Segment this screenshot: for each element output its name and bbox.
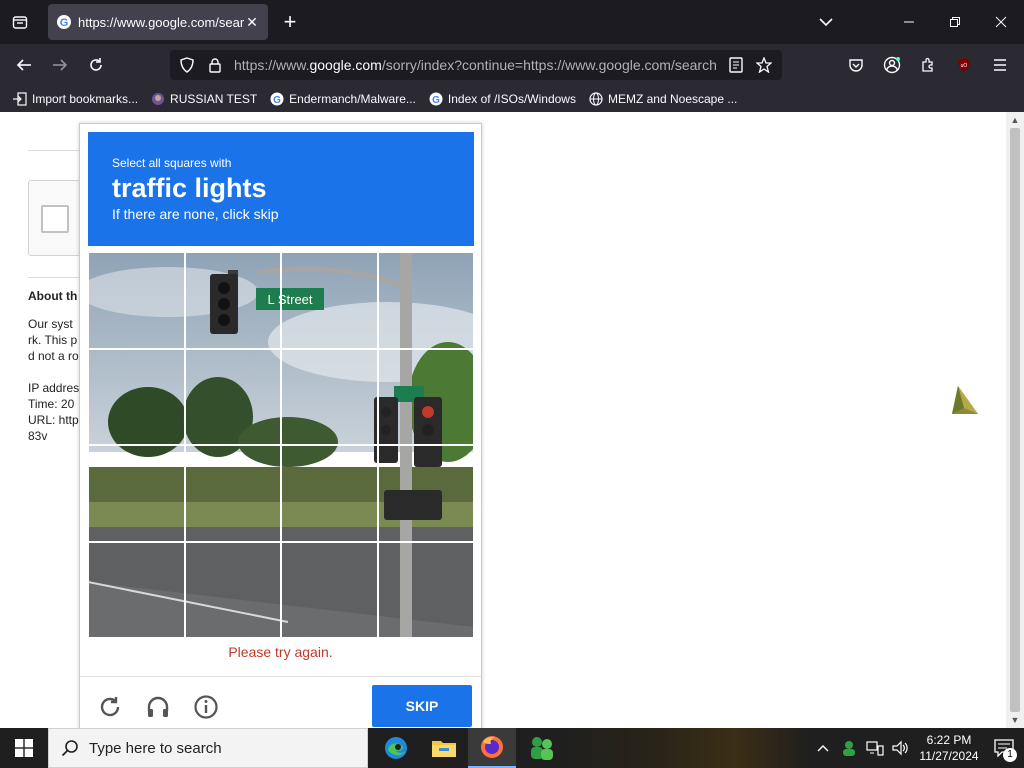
lock-icon[interactable] (206, 56, 224, 74)
notification-center-icon[interactable]: 1 (984, 728, 1024, 768)
info-icon[interactable] (192, 693, 220, 721)
clock[interactable]: 6:22 PM 11/27/2024 (914, 732, 984, 764)
bookmark-russian-test[interactable]: RUSSIAN TEST (150, 91, 257, 107)
close-window-button[interactable] (978, 0, 1024, 44)
tile-grid (88, 252, 474, 638)
github-icon (150, 91, 166, 107)
recaptcha-checkbox[interactable] (41, 205, 69, 233)
skip-button[interactable]: SKIP (372, 685, 472, 727)
image-tile[interactable] (281, 541, 378, 638)
image-grid: L Street (88, 252, 474, 638)
bookmark-endermanch[interactable]: G Endermanch/Malware... (269, 91, 416, 107)
network-icon[interactable] (863, 736, 887, 760)
menu-hamburger-icon[interactable] (986, 52, 1014, 78)
bookmarks-toolbar: Import bookmarks... RUSSIAN TEST G Ender… (0, 86, 1024, 112)
google-icon: G (428, 91, 444, 107)
scroll-down-arrow-icon[interactable]: ▼ (1006, 712, 1024, 728)
reload-challenge-icon[interactable] (96, 693, 124, 721)
tab-title: https://www.google.com/search (78, 14, 244, 30)
target-object-text: traffic lights (112, 173, 267, 203)
bookmark-memz[interactable]: MEMZ and Noescape ... (588, 91, 737, 107)
bookmark-star-icon[interactable] (754, 55, 774, 75)
clock-date: 11/27/2024 (919, 749, 979, 763)
list-all-tabs-chevron-icon[interactable] (814, 12, 838, 32)
windows-taskbar: Type here to search 6:22 PM 11/27/2024 1 (0, 728, 1024, 768)
challenge-footer: SKIP (80, 676, 481, 732)
instruction-text: Select all squares with (112, 156, 232, 170)
image-tile[interactable] (88, 541, 185, 638)
url-bar[interactable]: https://www.google.com/sorry/index?conti… (170, 50, 782, 80)
clock-time: 6:22 PM (926, 733, 972, 747)
pyramid-cursor-icon (952, 386, 978, 414)
back-arrow-icon[interactable] (10, 52, 38, 78)
extensions-puzzle-icon[interactable] (914, 52, 942, 78)
image-tile[interactable] (281, 252, 378, 349)
windows-start-icon[interactable] (0, 728, 48, 768)
image-tile[interactable] (184, 541, 281, 638)
messenger-icon[interactable] (518, 728, 566, 768)
google-favicon-icon: G (56, 14, 72, 30)
notification-count-badge: 1 (1003, 748, 1017, 762)
bookmark-import[interactable]: Import bookmarks... (12, 91, 138, 107)
reload-icon[interactable] (82, 52, 110, 78)
volume-icon[interactable] (889, 736, 913, 760)
image-tile[interactable] (377, 541, 474, 638)
firefox-view-button[interactable] (8, 10, 32, 34)
import-icon (12, 91, 28, 107)
search-icon (61, 739, 79, 757)
image-tile[interactable] (377, 252, 474, 349)
skip-hint-text: If there are none, click skip (112, 206, 279, 222)
error-message: Please try again. (228, 644, 333, 660)
svg-text:G: G (432, 95, 440, 106)
image-tile[interactable] (377, 445, 474, 542)
scroll-up-arrow-icon[interactable]: ▲ (1006, 112, 1024, 128)
svg-text:G: G (273, 95, 281, 106)
file-explorer-icon[interactable] (420, 728, 468, 768)
firefox-icon[interactable] (468, 728, 516, 768)
tracking-shield-icon[interactable] (178, 56, 196, 74)
ublock-origin-icon[interactable]: uO (950, 52, 978, 78)
tab-bar: G https://www.google.com/search ✕ + (0, 0, 1024, 44)
image-tile[interactable] (377, 348, 474, 445)
new-tab-button[interactable]: + (278, 10, 302, 34)
audio-challenge-headphones-icon[interactable] (144, 693, 172, 721)
navigation-bar: https://www.google.com/sorry/index?conti… (0, 44, 1024, 86)
challenge-header: Select all squares with traffic lights I… (88, 132, 474, 246)
restore-button[interactable] (932, 0, 978, 44)
edge-icon[interactable] (372, 728, 420, 768)
image-tile[interactable] (281, 348, 378, 445)
recaptcha-challenge: Select all squares with traffic lights I… (79, 123, 482, 733)
pocket-icon[interactable] (842, 52, 870, 78)
browser-tab[interactable]: G https://www.google.com/search ✕ (48, 4, 268, 40)
url-text: https://www.google.com/sorry/index?conti… (234, 57, 717, 73)
reader-view-icon[interactable] (726, 55, 746, 75)
page-scrollbar[interactable]: ▲ ▼ (1006, 112, 1024, 728)
image-tile[interactable] (88, 445, 185, 542)
taskbar-search-box[interactable]: Type here to search (48, 728, 368, 768)
taskbar-background (560, 728, 810, 768)
image-tile[interactable] (88, 252, 185, 349)
image-tile[interactable] (184, 252, 281, 349)
image-tile[interactable] (184, 445, 281, 542)
system-tray: 6:22 PM 11/27/2024 1 (810, 728, 1024, 768)
minimize-button[interactable] (886, 0, 932, 44)
people-tray-icon[interactable] (837, 736, 861, 760)
image-tile[interactable] (184, 348, 281, 445)
close-tab-icon[interactable]: ✕ (244, 14, 260, 30)
scrollbar-thumb[interactable] (1010, 128, 1020, 712)
show-hidden-icons-chevron-icon[interactable] (811, 736, 835, 760)
bookmark-isos[interactable]: G Index of /ISOs/Windows (428, 91, 576, 107)
svg-text:G: G (60, 17, 69, 29)
image-tile[interactable] (281, 445, 378, 542)
svg-text:uO: uO (961, 63, 968, 69)
forward-arrow-icon[interactable] (46, 52, 74, 78)
search-placeholder: Type here to search (89, 739, 222, 757)
image-tile[interactable] (88, 348, 185, 445)
globe-icon (588, 91, 604, 107)
google-icon: G (269, 91, 285, 107)
account-icon[interactable] (878, 52, 906, 78)
